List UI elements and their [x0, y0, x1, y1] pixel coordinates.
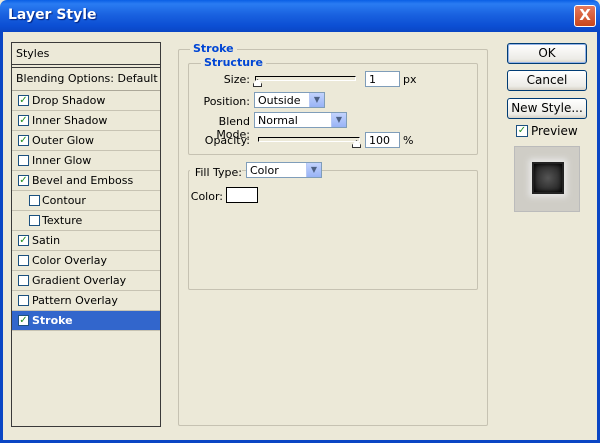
close-button[interactable]: X [574, 5, 596, 27]
style-checkbox[interactable] [29, 215, 40, 226]
fill-type-label: Fill Type: [190, 166, 242, 179]
color-swatch[interactable] [226, 187, 258, 203]
fill-type-value: Color [250, 164, 279, 177]
position-select[interactable]: Outside ▼ [254, 92, 325, 108]
preview-checkbox[interactable]: ✓ [516, 125, 528, 137]
title-bar[interactable]: Layer Style X [0, 0, 600, 32]
cancel-button[interactable]: Cancel [507, 70, 587, 91]
style-item-inner-shadow[interactable]: ✓ Inner Shadow [12, 111, 160, 131]
style-item-label: Color Overlay [32, 254, 107, 267]
style-item-label: Gradient Overlay [32, 274, 127, 287]
style-checkbox[interactable] [29, 195, 40, 206]
style-item-stroke[interactable]: ✓ Stroke [12, 311, 160, 331]
style-checkbox[interactable] [18, 155, 29, 166]
size-label: Size: [223, 73, 250, 86]
style-item-texture[interactable]: Texture [12, 211, 160, 231]
color-label: Color: [190, 190, 223, 203]
ok-button[interactable]: OK [507, 43, 587, 64]
blending-options-item[interactable]: Blending Options: Default [12, 67, 160, 91]
window-title: Layer Style [8, 7, 97, 23]
style-checkbox[interactable] [18, 275, 29, 286]
opacity-unit: % [403, 134, 414, 147]
structure-group-title: Structure [201, 56, 266, 69]
style-checkbox[interactable]: ✓ [18, 175, 29, 186]
preview-thumbnail [514, 146, 580, 212]
style-item-label: Drop Shadow [32, 94, 106, 107]
styles-list: Styles Blending Options: Default ✓ Drop S… [11, 42, 161, 427]
position-label: Position: [203, 95, 250, 108]
size-unit: px [403, 73, 417, 86]
style-items-list: ✓ Drop Shadow ✓ Inner Shadow ✓ Outer Glow Inne… [12, 91, 160, 331]
style-item-inner-glow[interactable]: Inner Glow [12, 151, 160, 171]
style-checkbox[interactable] [18, 255, 29, 266]
style-item-label: Bevel and Emboss [32, 174, 134, 187]
style-checkbox[interactable]: ✓ [18, 135, 29, 146]
opacity-input[interactable]: 100 [365, 132, 400, 148]
chevron-down-icon: ▼ [309, 93, 324, 107]
preview-swatch [532, 162, 564, 194]
blend-mode-value: Normal [258, 114, 298, 127]
blend-mode-select[interactable]: Normal ▼ [254, 112, 347, 128]
style-checkbox[interactable]: ✓ [18, 95, 29, 106]
styles-header[interactable]: Styles [12, 43, 160, 65]
style-item-label: Outer Glow [32, 134, 95, 147]
new-style-button[interactable]: New Style... [507, 98, 587, 119]
style-item-contour[interactable]: Contour [12, 191, 160, 211]
style-item-bevel-and-emboss[interactable]: ✓ Bevel and Emboss [12, 171, 160, 191]
style-item-label: Contour [42, 194, 86, 207]
size-input[interactable]: 1 [365, 71, 400, 87]
style-item-label: Satin [32, 234, 61, 247]
style-checkbox[interactable] [18, 295, 29, 306]
style-item-label: Pattern Overlay [32, 294, 118, 307]
size-slider[interactable] [255, 76, 356, 81]
opacity-slider[interactable] [258, 137, 360, 142]
style-item-label: Texture [42, 214, 83, 227]
fill-type-select[interactable]: Color ▼ [246, 162, 322, 178]
style-checkbox[interactable]: ✓ [18, 235, 29, 246]
chevron-down-icon: ▼ [306, 163, 321, 177]
style-item-outer-glow[interactable]: ✓ Outer Glow [12, 131, 160, 151]
style-item-gradient-overlay[interactable]: Gradient Overlay [12, 271, 160, 291]
preview-label: Preview [531, 124, 578, 138]
opacity-label: Opacity: [204, 134, 250, 147]
chevron-down-icon: ▼ [331, 113, 346, 127]
style-item-pattern-overlay[interactable]: Pattern Overlay [12, 291, 160, 311]
style-item-label: Inner Shadow [32, 114, 108, 127]
position-value: Outside [258, 94, 301, 107]
style-item-drop-shadow[interactable]: ✓ Drop Shadow [12, 91, 160, 111]
style-item-label: Stroke [32, 314, 73, 327]
style-item-label: Inner Glow [32, 154, 92, 167]
style-checkbox[interactable]: ✓ [18, 315, 29, 326]
style-item-color-overlay[interactable]: Color Overlay [12, 251, 160, 271]
style-checkbox[interactable]: ✓ [18, 115, 29, 126]
style-item-satin[interactable]: ✓ Satin [12, 231, 160, 251]
stroke-group-title: Stroke [190, 42, 237, 55]
